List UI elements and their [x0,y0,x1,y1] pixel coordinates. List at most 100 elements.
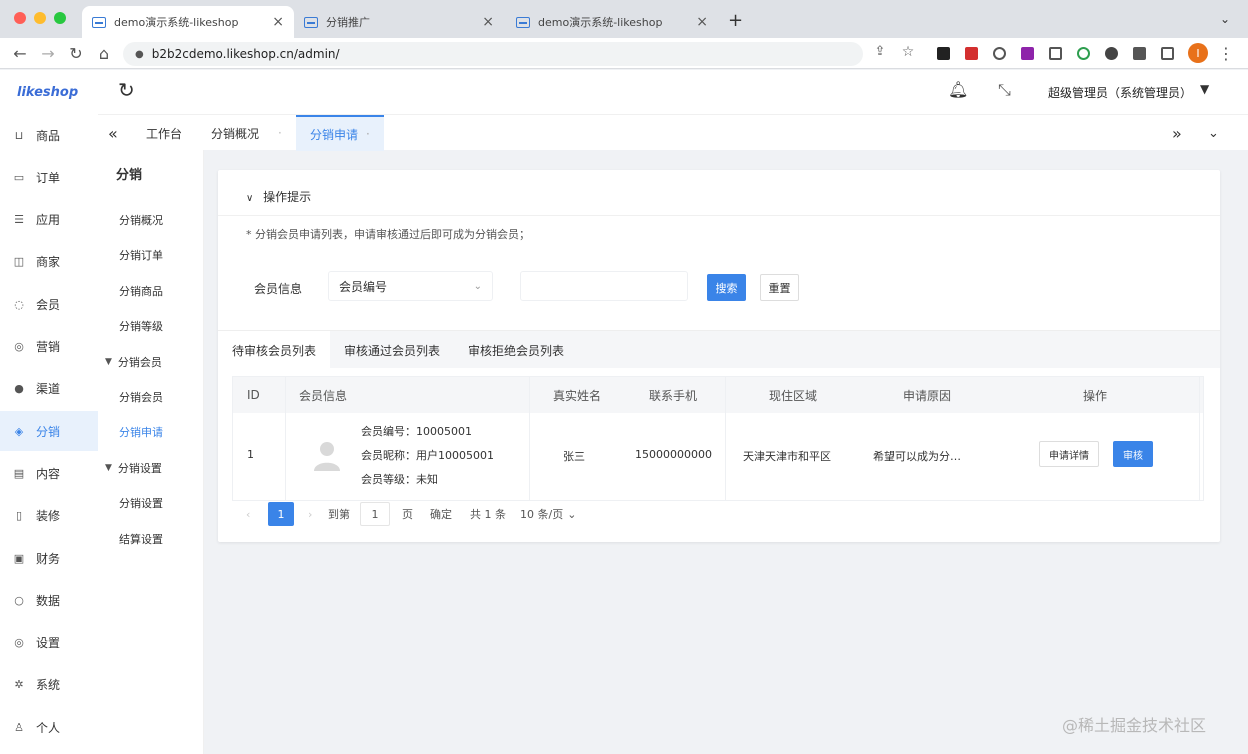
sidebar-toggle-icon[interactable] [1161,47,1174,60]
minimize-window-dot[interactable] [34,12,46,24]
tabs-dropdown-icon[interactable]: ⌄ [1208,115,1219,151]
share-icon[interactable]: ⇪ [870,44,890,59]
new-tab-icon[interactable]: + [728,10,743,31]
filter-field-select[interactable]: 会员编号 ⌄ [328,271,493,301]
goto-confirm-button[interactable]: 确定 [430,502,452,526]
page-size-select[interactable]: 10 条/页 ⌄ [520,502,576,526]
sidebar-item-7[interactable]: ◈ 分销 [0,411,98,452]
collapse-sidebar-icon[interactable]: « [108,115,118,151]
filter-label: 会员信息 [254,282,303,296]
col-divider [285,377,286,500]
sidebar-item-0[interactable]: ⊔ 商品 [0,115,98,155]
browser-tab-1[interactable]: demo演示系统-likeshop × [82,6,294,38]
browser-tab-title: demo演示系统-likeshop [114,16,239,29]
application-detail-button[interactable]: 申请详情 [1039,441,1099,467]
browser-toolbar: ← → ↻ ⌂ ● b2b2cdemo.likeshop.cn/admin/ ⇪… [0,38,1248,69]
close-tab-icon[interactable]: · [366,127,370,141]
browser-tab-3[interactable]: demo演示系统-likeshop × [506,6,718,38]
sidebar-item-8[interactable]: ▤ 内容 [0,453,98,493]
col-actions: 操作 [1083,388,1108,403]
search-button[interactable]: 搜索 [707,274,746,301]
sidebar-item-11[interactable]: ○ 数据 [0,580,98,620]
subnav-item-8[interactable]: 分销设置 [98,488,204,518]
sidebar-item-14[interactable]: ♙ 个人 [0,707,98,747]
extension-gear-icon[interactable] [1105,47,1118,60]
tab-pending[interactable]: 待审核会员列表 [218,331,331,369]
bell-icon[interactable]: 🔔︎ [948,80,968,99]
sidebar-item-6[interactable]: ● 渠道 [0,369,98,409]
close-window-dot[interactable] [14,12,26,24]
browser-menu-icon[interactable]: ⋮ [1216,44,1236,63]
goto-page-input[interactable]: 1 [360,502,390,526]
sidebar-item-10[interactable]: ▣ 财务 [0,538,98,578]
back-icon[interactable]: ← [10,44,30,63]
close-tab-icon[interactable]: × [272,14,284,30]
sidebar-item-9[interactable]: ▯ 装修 [0,496,98,536]
sidebar-item-1[interactable]: ▭ 订单 [0,157,98,197]
user-menu[interactable]: 超级管理员（系统管理员） [1048,84,1192,101]
subnav-item-9[interactable]: 结算设置 [98,524,204,554]
sidebar-item-4[interactable]: ◌ 会员 [0,284,98,324]
decorate-icon: ▯ [15,509,23,523]
fullscreen-icon[interactable]: ⤡ [998,80,1011,100]
extension-purple-icon[interactable] [1021,47,1034,60]
audit-button[interactable]: 审核 [1113,441,1153,467]
tips-toggle[interactable]: ∨ 操作提示 [246,188,311,205]
extension-green-icon[interactable] [1077,47,1090,60]
page-tab-application[interactable]: 分销申请 · [296,115,384,151]
sidebar-item-2[interactable]: ☰ 应用 [0,200,98,240]
extension-red-icon[interactable] [965,47,978,60]
next-page-icon[interactable]: › [308,502,312,526]
filter-input[interactable] [520,271,688,301]
extension-save-icon[interactable] [937,47,950,60]
prev-page-icon[interactable]: ‹ [246,502,250,526]
table-header: ID 会员信息 真实姓名 联系手机 现住区域 申请原因 操作 [233,377,1203,413]
page-tab-workbench[interactable]: 工作台 [146,115,182,151]
tab-search-chevron-icon[interactable]: ⌄ [1220,12,1230,26]
col-divider [529,377,530,500]
tab-rejected[interactable]: 审核拒绝会员列表 [454,331,578,369]
sidebar-item-13[interactable]: ✲ 系统 [0,665,98,705]
subnav-item-3[interactable]: 分销等级 [98,311,204,341]
page-unit: 页 [402,508,413,521]
bookmark-star-icon[interactable]: ☆ [898,44,918,60]
extension-list-icon[interactable] [1049,47,1062,60]
chevron-down-icon: ⌄ [473,280,482,292]
subnav-label: 分销订单 [119,249,163,263]
subnav-item-2[interactable]: 分销商品 [98,276,204,306]
refresh-icon[interactable]: ↻ [118,78,135,102]
tab-approved[interactable]: 审核通过会员列表 [330,331,454,369]
close-tab-icon[interactable]: × [482,14,494,30]
page-number-current[interactable]: 1 [268,502,294,526]
extensions-puzzle-icon[interactable] [1133,47,1146,60]
col-member-info: 会员信息 [299,388,348,403]
secondary-sidebar: 分销 分销概况 分销订单 分销商品 分销等级 ▼ 分销会员 分销会员 分销申请 ▼ 分销设置 分销设… [98,150,204,754]
order-icon: ▭ [13,170,25,184]
sidebar-item-3[interactable]: ◫ 商家 [0,242,98,282]
profile-avatar[interactable]: I [1188,43,1208,63]
col-real-name: 真实姓名 [553,388,602,403]
maximize-window-dot[interactable] [54,12,66,24]
sidebar-item-5[interactable]: ◎ 营销 [0,327,98,367]
address-bar[interactable]: ● b2b2cdemo.likeshop.cn/admin/ [123,42,863,66]
page-tab-overview[interactable]: 分销概况 [211,115,259,151]
subnav-group-4[interactable]: ▼ 分销会员 [98,347,204,377]
cell-nickname: 会员昵称：用户10005001 [361,449,494,462]
extension-headset-icon[interactable] [993,47,1006,60]
subnav-item-6[interactable]: 分销申请 [98,417,204,447]
reload-icon[interactable]: ↻ [66,44,86,63]
scroll-tabs-right-icon[interactable]: » [1172,115,1182,151]
subnav-item-0[interactable]: 分销概况 [98,205,204,235]
close-tab-icon[interactable]: × [696,14,708,30]
sidebar-item-label: 财务 [36,551,61,566]
page-size-value: 10 条/页 [520,508,564,521]
forward-icon[interactable]: → [38,44,58,63]
home-icon[interactable]: ⌂ [94,44,114,63]
caret-down-icon[interactable]: ▼ [1200,82,1209,96]
subnav-item-5[interactable]: 分销会员 [98,382,204,412]
reset-button[interactable]: 重置 [760,274,799,301]
subnav-item-1[interactable]: 分销订单 [98,240,204,270]
browser-tab-2[interactable]: 分销推广 × [294,6,504,38]
sidebar-item-12[interactable]: ◎ 设置 [0,623,98,663]
subnav-group-7[interactable]: ▼ 分销设置 [98,453,204,483]
